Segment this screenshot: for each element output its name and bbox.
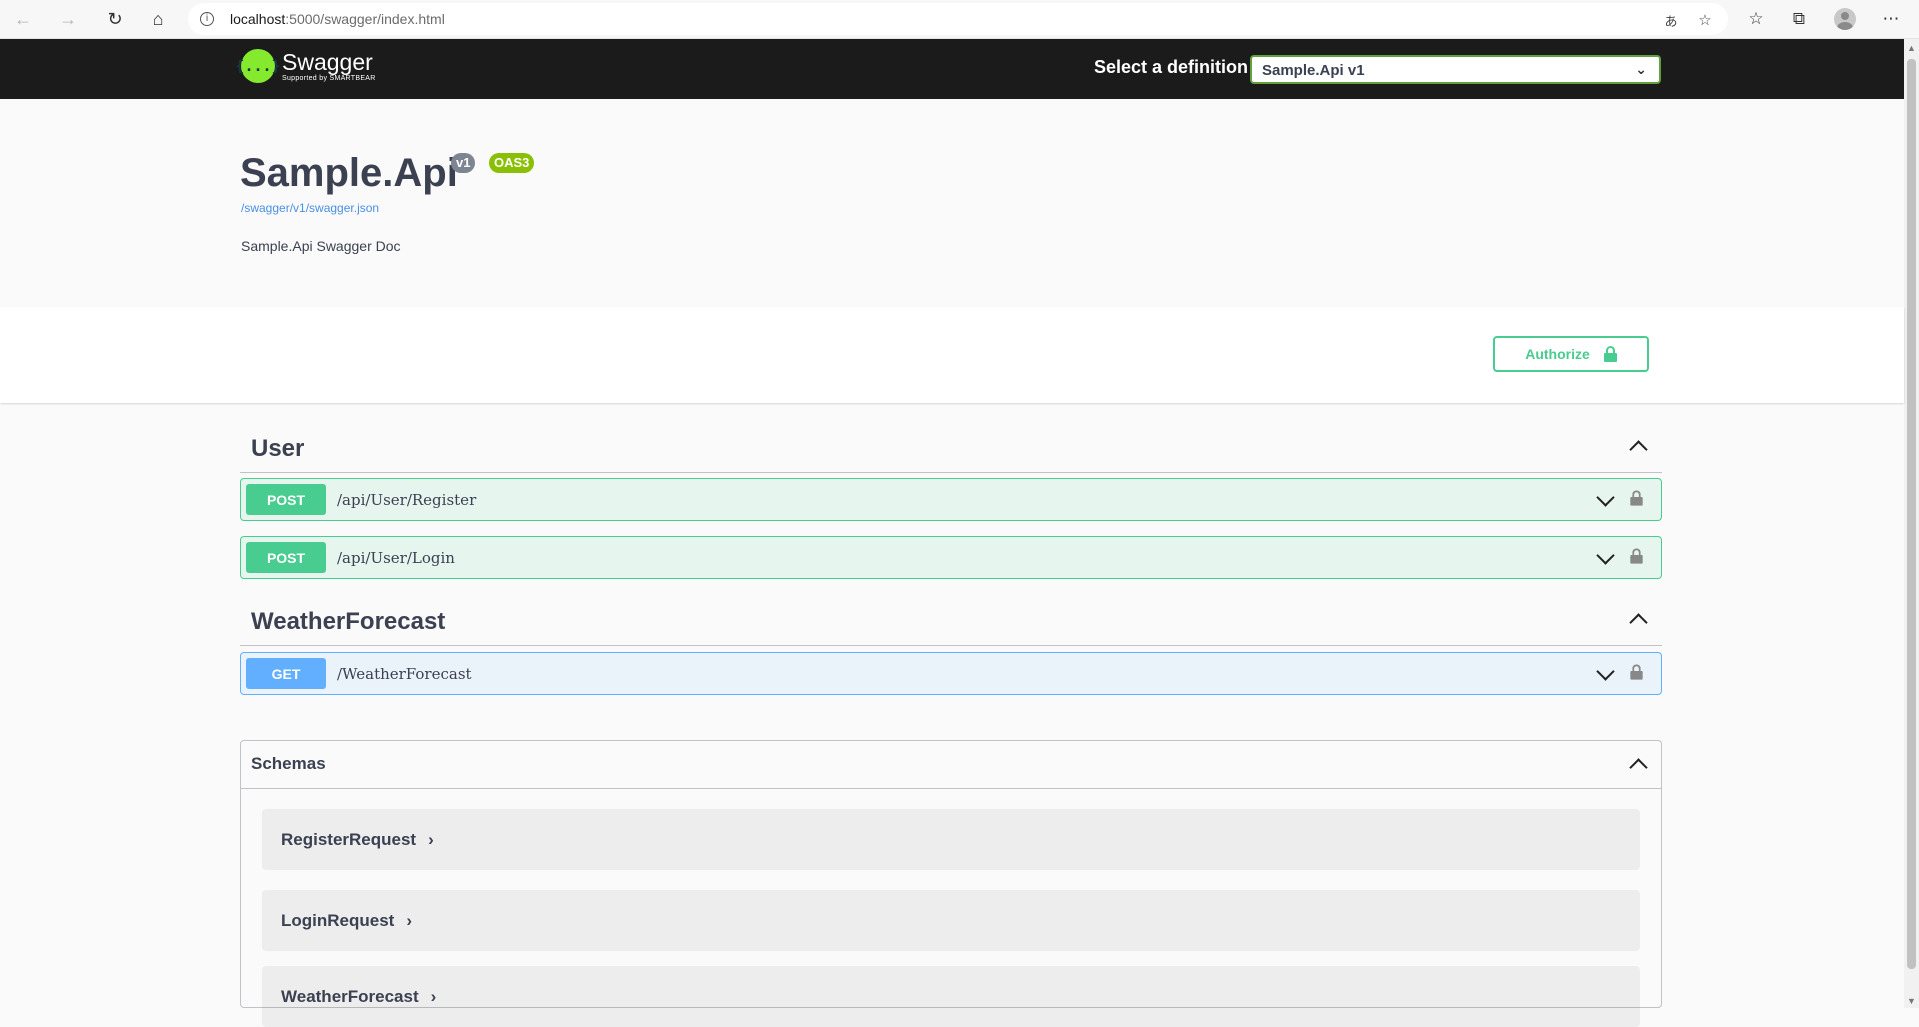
api-description: Sample.Api Swagger Doc: [241, 238, 401, 254]
definition-label: Select a definition: [1094, 57, 1249, 77]
schema-item[interactable]: RegisterRequest ›: [262, 809, 1640, 870]
tag-header-weatherforecast[interactable]: WeatherForecast: [240, 596, 1662, 646]
translate-icon[interactable]: あ: [1660, 10, 1682, 30]
schema-name: WeatherForecast: [281, 987, 419, 1006]
scrollbar[interactable]: ▲ ▼: [1904, 39, 1919, 1008]
scheme-container: Authorize: [0, 307, 1904, 403]
chevron-down-icon[interactable]: [1595, 491, 1615, 511]
tag-name: User: [251, 435, 305, 462]
avatar: [1834, 8, 1856, 30]
method-badge: POST: [246, 542, 326, 573]
chevron-down-icon: ⌄: [1635, 61, 1647, 77]
scroll-up-icon[interactable]: ▲: [1907, 43, 1916, 53]
lock-icon: [1603, 346, 1617, 362]
schema-item[interactable]: WeatherForecast ›: [262, 966, 1640, 1027]
swagger-logo-icon: {...}: [235, 49, 281, 83]
refresh-icon[interactable]: ↻: [100, 5, 130, 33]
operation-post-register[interactable]: POST /api/User/Register: [240, 478, 1662, 521]
page-title: Sample.Api: [240, 151, 458, 195]
operation-path: /api/User/Register: [337, 491, 477, 509]
method-badge: GET: [246, 658, 326, 689]
lock-icon[interactable]: [1630, 548, 1643, 564]
chevron-down-icon[interactable]: [1595, 665, 1615, 685]
chevron-right-icon: ›: [428, 830, 434, 849]
chevron-up-icon[interactable]: [1628, 754, 1648, 774]
url-path: :5000/swagger/index.html: [285, 11, 445, 27]
swagger-logo[interactable]: {...} Swagger Supported by SMARTBEAR: [235, 49, 376, 83]
tag-name: WeatherForecast: [251, 608, 446, 635]
definition-select[interactable]: Sample.Api v1 ⌄: [1250, 55, 1661, 84]
version-badge: v1: [451, 153, 476, 173]
swagger-topbar: {...} Swagger Supported by SMARTBEAR Sel…: [0, 39, 1904, 99]
oas-badge: OAS3: [489, 153, 535, 173]
api-info: Sample.Api v1 OAS3 /swagger/v1/swagger.j…: [0, 99, 1904, 307]
arrow-right-icon[interactable]: →: [53, 5, 83, 33]
spec-link[interactable]: /swagger/v1/swagger.json: [241, 201, 379, 215]
operation-get-weatherforecast[interactable]: GET /WeatherForecast: [240, 652, 1662, 695]
logo-subtitle: Supported by SMARTBEAR: [282, 75, 376, 82]
info-icon[interactable]: i: [200, 12, 214, 26]
definition-selected-value: Sample.Api v1: [1262, 62, 1365, 79]
collections-icon[interactable]: ⧉: [1783, 5, 1815, 33]
browser-toolbar: ← → ↻ ⌂ i localhost:5000/swagger/index.h…: [0, 0, 1919, 39]
url-host: localhost: [230, 11, 286, 27]
url-text[interactable]: localhost:5000/swagger/index.html: [230, 11, 445, 27]
chevron-down-icon[interactable]: [1595, 549, 1615, 569]
chevron-up-icon[interactable]: [1628, 436, 1648, 456]
schema-name: RegisterRequest: [281, 830, 417, 849]
lock-icon[interactable]: [1630, 664, 1643, 680]
chevron-up-icon[interactable]: [1628, 609, 1648, 629]
operation-path: /api/User/Login: [337, 549, 455, 567]
more-icon[interactable]: ⋯: [1875, 5, 1907, 33]
scroll-thumb[interactable]: [1907, 59, 1916, 969]
method-badge: POST: [246, 484, 326, 515]
tag-header-user[interactable]: User: [240, 423, 1662, 473]
chevron-right-icon: ›: [406, 911, 413, 930]
favorites-icon[interactable]: ☆: [1740, 5, 1772, 33]
arrow-left-icon[interactable]: ←: [8, 5, 38, 33]
schemas-section: Schemas RegisterRequest › LoginRequest › W…: [240, 740, 1662, 1027]
chevron-right-icon: ›: [430, 987, 437, 1006]
profile-icon[interactable]: [1829, 5, 1861, 33]
authorize-button[interactable]: Authorize: [1493, 336, 1649, 372]
home-icon[interactable]: ⌂: [143, 5, 173, 33]
address-bar[interactable]: i localhost:5000/swagger/index.html あ ☆: [188, 3, 1728, 35]
authorize-label: Authorize: [1525, 346, 1590, 362]
logo-name: Swagger: [282, 49, 373, 75]
operation-post-login[interactable]: POST /api/User/Login: [240, 536, 1662, 579]
schemas-title: Schemas: [251, 754, 326, 773]
scroll-down-icon[interactable]: ▼: [1907, 996, 1916, 1006]
schema-item[interactable]: LoginRequest ›: [262, 890, 1640, 951]
lock-icon[interactable]: [1630, 490, 1643, 506]
schemas-header[interactable]: Schemas: [241, 741, 1661, 789]
star-add-icon[interactable]: ☆: [1694, 10, 1716, 30]
schema-name: LoginRequest: [281, 911, 395, 930]
operation-path: /WeatherForecast: [337, 665, 472, 683]
